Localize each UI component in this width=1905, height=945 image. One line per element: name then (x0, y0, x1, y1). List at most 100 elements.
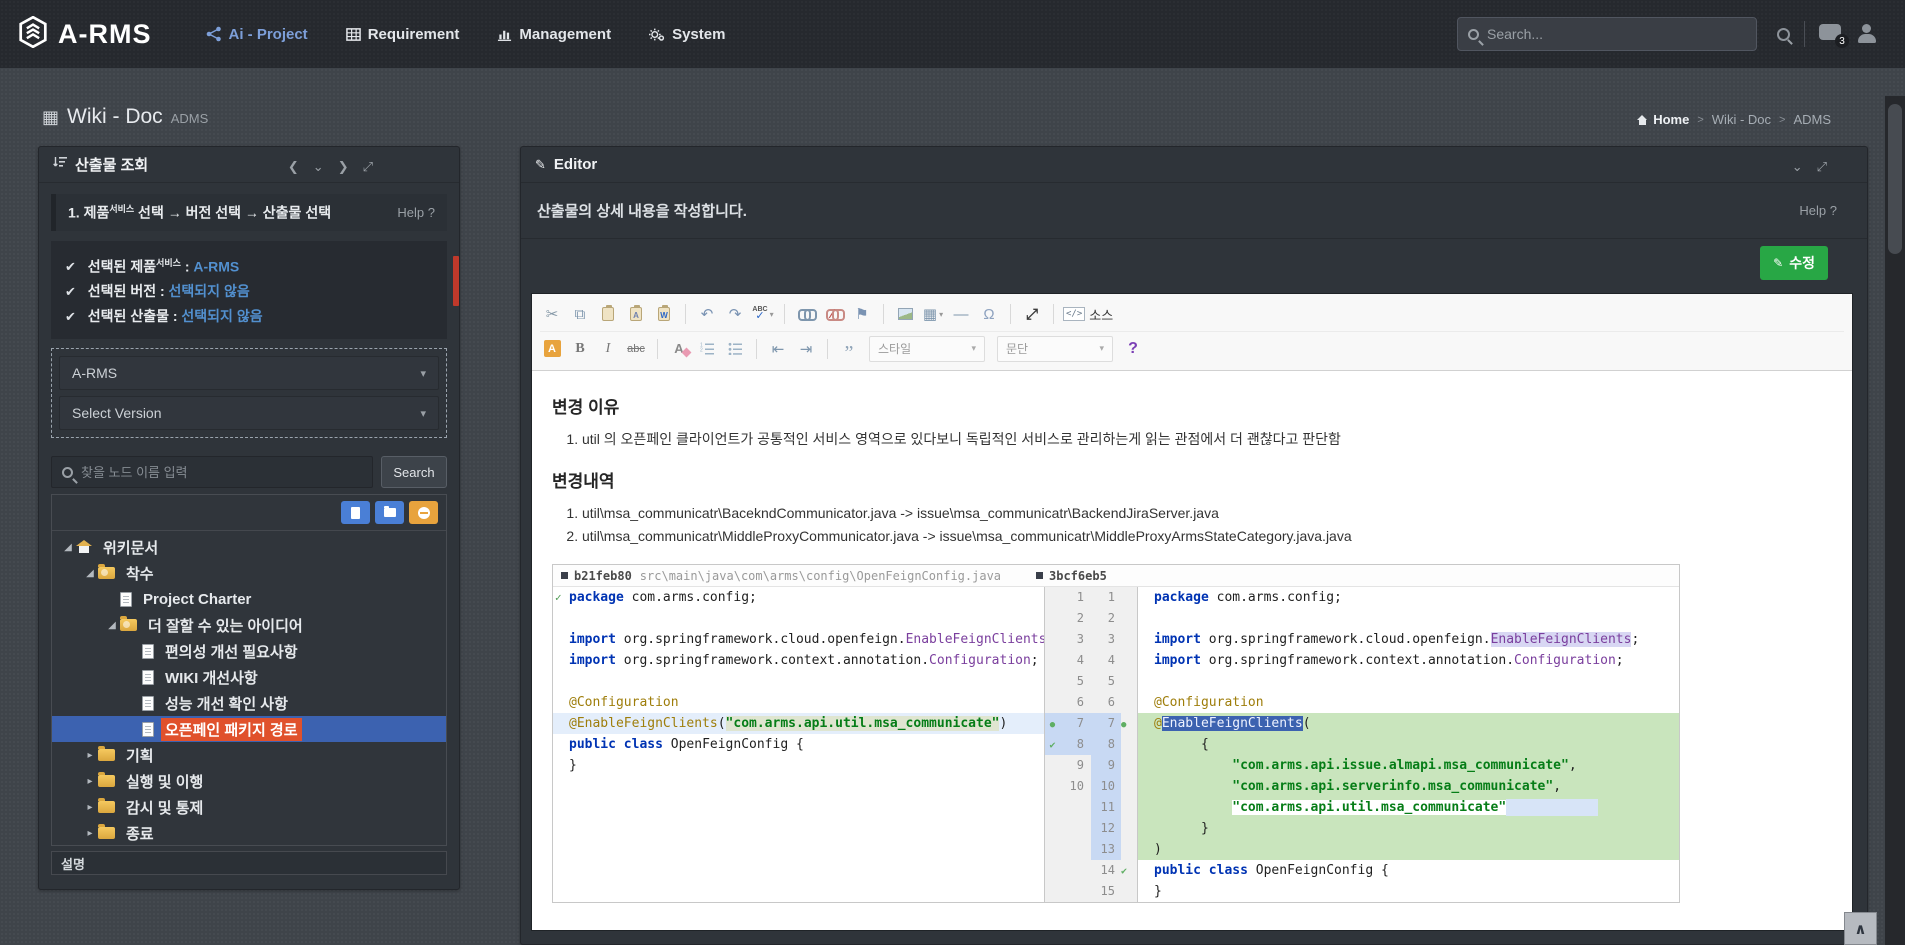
tree-toolbar (52, 495, 446, 531)
code-line: public class OpenFeignConfig { (553, 734, 1044, 755)
nav-divider (1804, 21, 1805, 47)
tree-item[interactable]: WIKI 개선사항 (52, 664, 446, 690)
unlink-icon[interactable]: ∕ (822, 302, 846, 326)
tree-collapsed-icon[interactable]: ▸ (82, 776, 98, 787)
tree-item[interactable]: ▸기획 (52, 742, 446, 768)
code-line: @EnableFeignClients("com.arms.api.util.m… (553, 713, 1044, 734)
breadcrumb-last: ADMS (1793, 112, 1831, 127)
notifications-icon[interactable]: 3 (1819, 24, 1843, 44)
chevron-down-icon: ▾ (1099, 343, 1104, 354)
tree-item[interactable]: 편의성 개선 필요사항 (52, 638, 446, 664)
diff-right-pane[interactable]: package com.arms.config;import org.sprin… (1138, 587, 1679, 902)
tree-item[interactable]: ▸감시 및 통제 (52, 794, 446, 820)
outdent-icon[interactable]: ⇤ (766, 337, 790, 361)
remove-node-button[interactable] (409, 501, 438, 524)
menu-requirement[interactable]: Requirement (346, 26, 460, 43)
help-link[interactable]: Help ? (1799, 203, 1851, 218)
italic-icon[interactable]: I (596, 337, 620, 361)
user-icon[interactable] (1857, 24, 1877, 44)
numbered-list-icon[interactable]: 12 (695, 337, 719, 361)
tree-item[interactable]: ▸종료 (52, 820, 446, 846)
menu-system[interactable]: System (649, 26, 725, 43)
selected-product-value[interactable]: A-RMS (193, 258, 239, 274)
tree-expanded-icon[interactable]: ◢ (60, 542, 76, 553)
indent-icon[interactable]: ⇥ (794, 337, 818, 361)
tree-item[interactable]: ▸실행 및 이행 (52, 768, 446, 794)
remove-format-icon[interactable]: A (667, 337, 691, 361)
paste-icon[interactable] (596, 302, 620, 326)
bold-icon[interactable]: B (568, 337, 592, 361)
tree-collapsed-icon[interactable]: ▸ (82, 802, 98, 813)
tree-item[interactable]: Project Charter (52, 586, 446, 612)
chevron-down-icon[interactable]: ⌄ (313, 159, 324, 175)
code-line: import org.springframework.context.annot… (1138, 650, 1679, 671)
tree-item[interactable]: 성능 개선 확인 사항 (52, 690, 446, 716)
tree-item[interactable]: ◢착수 (52, 560, 446, 586)
edit-button[interactable]: ✎ 수정 (1760, 246, 1828, 280)
product-dropdown[interactable]: A-RMS ▾ (59, 356, 439, 390)
code-line: public class OpenFeignConfig { (1138, 860, 1679, 881)
cut-icon[interactable]: ✂ (540, 302, 564, 326)
link-icon[interactable] (794, 302, 818, 326)
tree-expanded-icon[interactable]: ◢ (82, 568, 98, 579)
menu-ai-project[interactable]: Ai - Project (206, 26, 308, 43)
horizontal-rule-icon[interactable]: ― (949, 302, 973, 326)
editor-document[interactable]: 변경 이유 util 의 오픈페인 클라이언트가 공통적인 서비스 영역으로 있… (532, 371, 1852, 903)
breadcrumb-home[interactable]: Home (1637, 112, 1689, 127)
redo-icon[interactable]: ↷ (723, 302, 747, 326)
modified-check-icon: ✓ (555, 587, 562, 608)
blockquote-icon[interactable]: ” (837, 337, 861, 361)
spellcheck-icon[interactable]: ABC✓▾ (751, 302, 775, 326)
undo-icon[interactable]: ↶ (695, 302, 719, 326)
tree-item[interactable]: ◢더 잘할 수 있는 아이디어 (52, 612, 446, 638)
code-line: @EnableFeignClients( (1138, 713, 1679, 734)
tree-expanded-icon[interactable]: ◢ (104, 620, 120, 631)
table-icon[interactable]: ▦▾ (921, 302, 945, 326)
paste-word-icon[interactable]: W (652, 302, 676, 326)
strikethrough-icon[interactable]: abc (624, 337, 648, 361)
version-dropdown[interactable]: Select Version ▾ (59, 396, 439, 430)
selected-output-value[interactable]: 선택되지 않음 (181, 308, 262, 324)
tree-collapsed-icon[interactable]: ▸ (82, 750, 98, 761)
tree-collapsed-icon[interactable]: ▸ (82, 828, 98, 839)
diff-left-pane[interactable]: ✓package com.arms.config;import org.spri… (553, 587, 1045, 902)
app-logo[interactable]: A-RMS (0, 16, 180, 53)
style-dropdown[interactable]: 스타일▾ (869, 336, 985, 362)
format-dropdown[interactable]: 문단▾ (997, 336, 1113, 362)
add-file-button[interactable] (341, 501, 370, 524)
selected-version-value[interactable]: 선택되지 않음 (169, 283, 250, 299)
paste-text-icon[interactable]: A (624, 302, 648, 326)
code-line: "com.arms.api.serverinfo.msa_communicate… (1138, 776, 1679, 797)
help-link[interactable]: Help ? (397, 205, 435, 220)
source-button[interactable]: </> 소스 (1063, 302, 1113, 326)
expand-icon[interactable]: ⤢ (1817, 159, 1827, 175)
chevron-left-icon[interactable]: ❮ (288, 159, 299, 175)
expand-icon[interactable]: ⤢ (363, 159, 373, 175)
text-color-icon[interactable]: A (540, 337, 564, 361)
maximize-icon[interactable]: ⤢ (1020, 302, 1044, 326)
add-folder-button[interactable] (375, 501, 404, 524)
code-line (553, 839, 1044, 860)
page-scrollbar[interactable] (1885, 96, 1905, 945)
search-submit-icon[interactable] (1777, 28, 1790, 41)
tree-item[interactable]: ◢위키문서 (52, 534, 446, 560)
editor-help-icon[interactable]: ? (1121, 337, 1145, 361)
image-icon[interactable] (893, 302, 917, 326)
node-search-button[interactable]: Search (381, 456, 447, 488)
global-search-input[interactable] (1487, 26, 1746, 42)
scrollbar-thumb[interactable] (1888, 104, 1902, 254)
menu-management[interactable]: Management (497, 26, 611, 43)
special-char-icon[interactable]: Ω (977, 302, 1001, 326)
chevron-down-icon[interactable]: ⌄ (1792, 159, 1803, 175)
change-marker-icon: ● (1121, 720, 1126, 730)
folder-icon (98, 749, 115, 761)
gutter-row: 99 (1045, 755, 1137, 776)
chevron-right-icon[interactable]: ❯ (338, 159, 349, 175)
breadcrumb-mid[interactable]: Wiki - Doc (1712, 112, 1771, 127)
anchor-icon[interactable]: ⚑ (850, 302, 874, 326)
node-search-input[interactable] (81, 465, 362, 480)
bulleted-list-icon[interactable] (723, 337, 747, 361)
copy-icon[interactable]: ⧉ (568, 302, 592, 326)
tree-item[interactable]: 오픈페인 패키지 경로 (52, 716, 446, 742)
scroll-top-button[interactable]: ∧ (1844, 912, 1877, 945)
